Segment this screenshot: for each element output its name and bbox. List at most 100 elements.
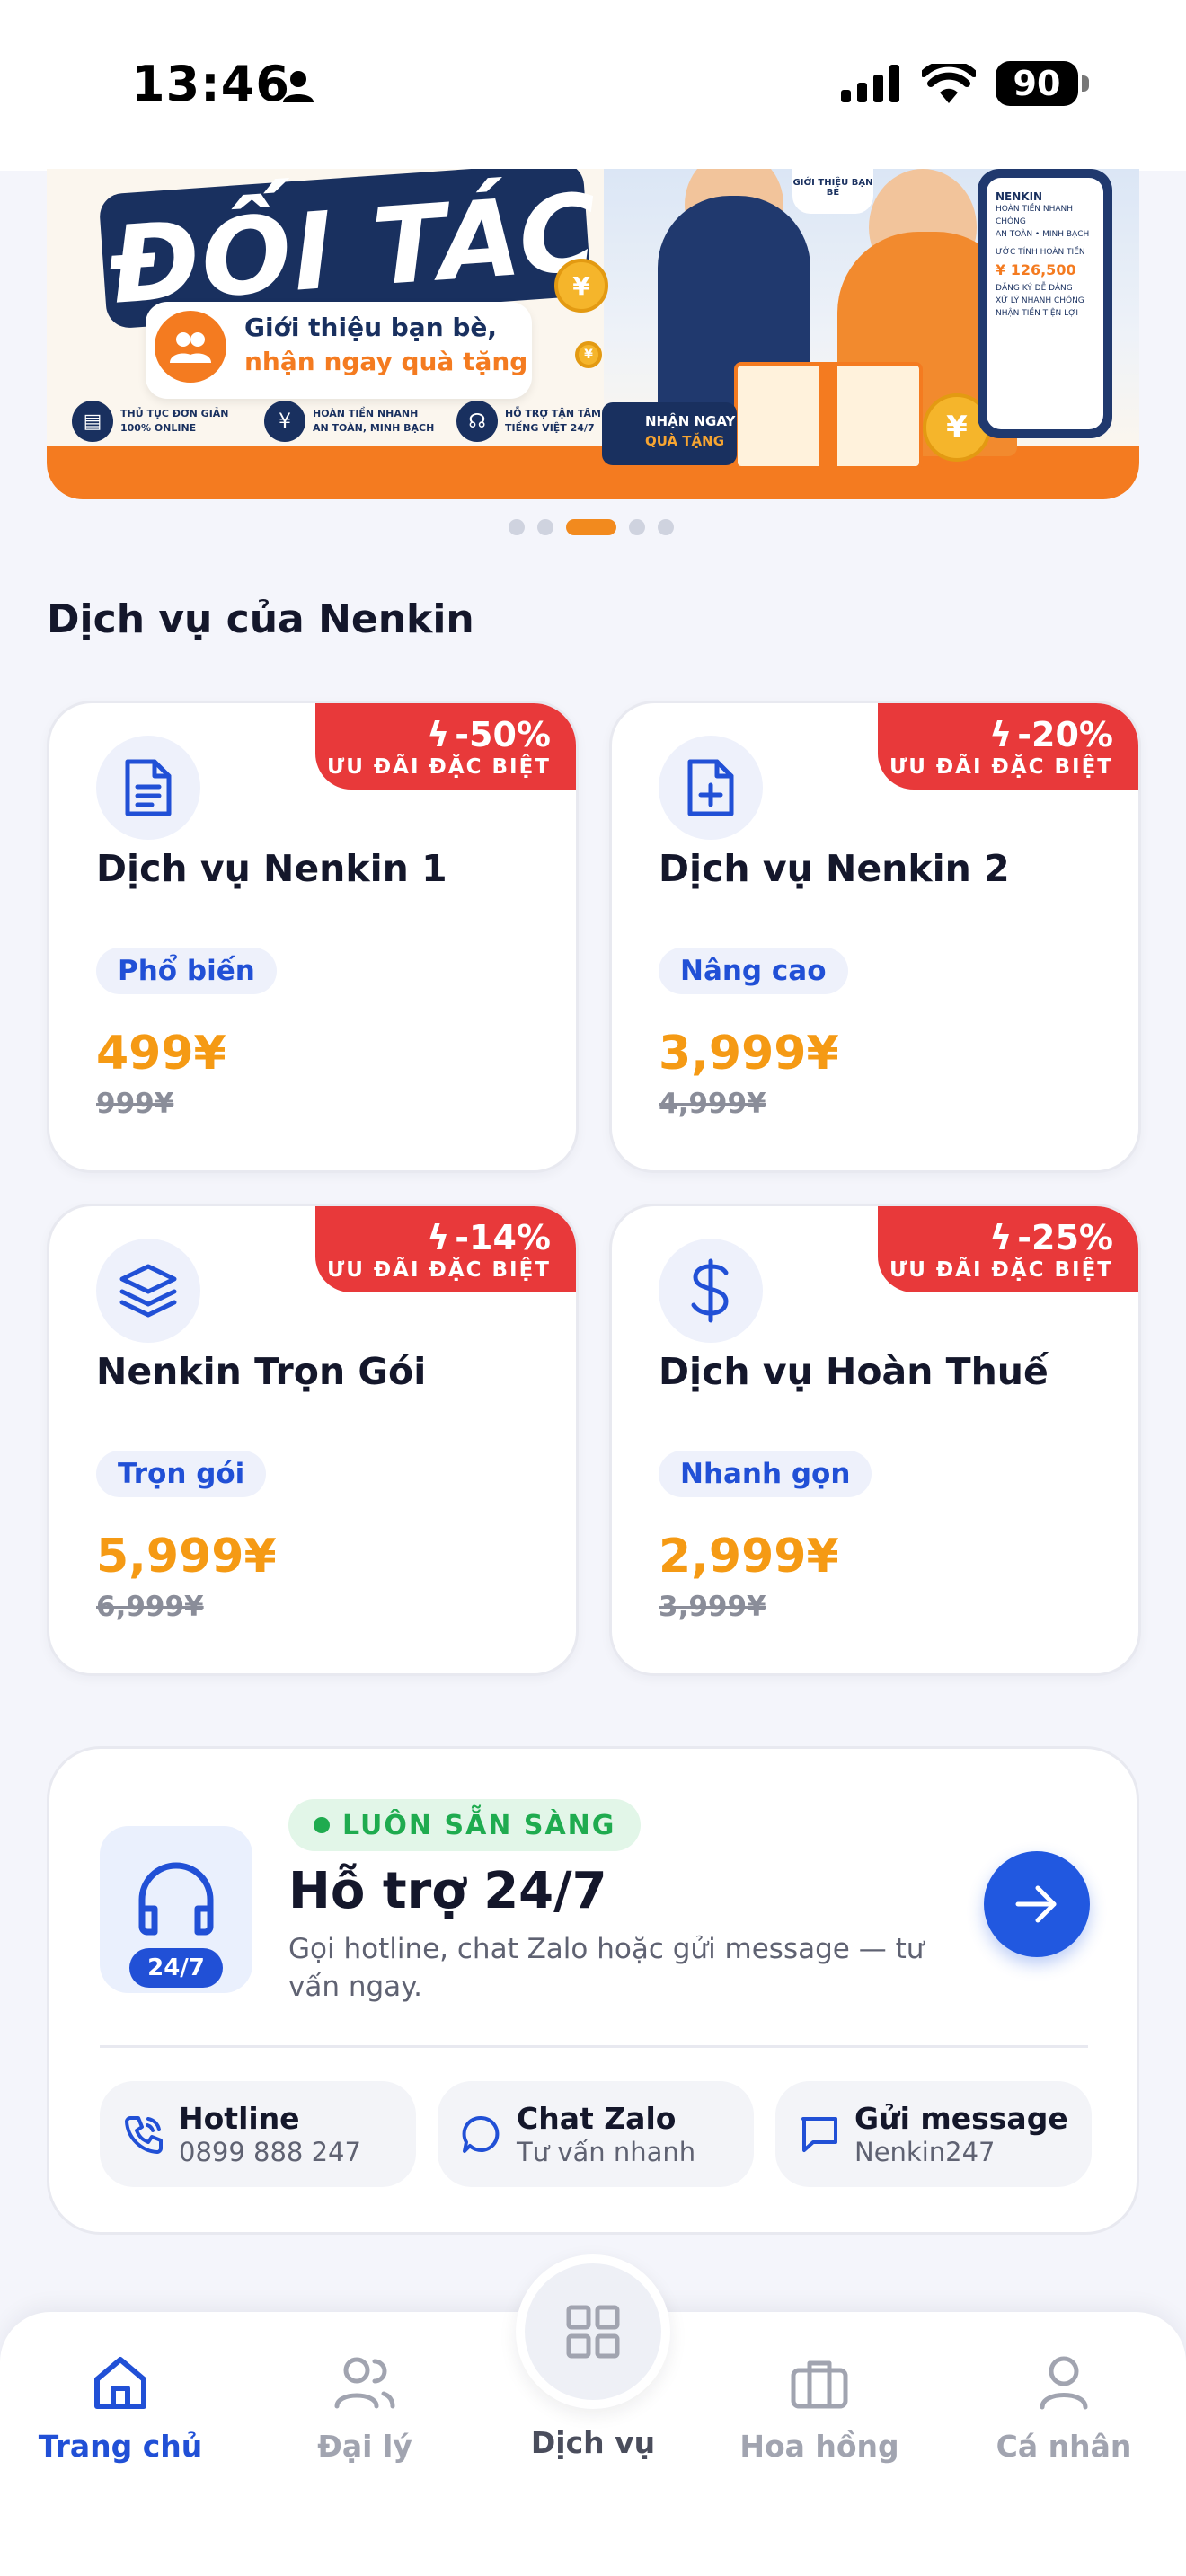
feature-item: ¥ HOÀN TIỀN NHANH AN TOÀN, MINH BẠCH	[264, 401, 438, 442]
carousel-dot-active[interactable]	[566, 519, 616, 535]
support-description: Gọi hotline, chat Zalo hoặc gửi message …	[288, 1933, 925, 2003]
contact-zalo-button[interactable]: Chat Zalo Tư vấn nhanh	[438, 2081, 754, 2187]
phone-illustration: NENKIN HOÀN TIỀN NHANH CHÓNG AN TOÀN • M…	[978, 169, 1112, 438]
discount-badge: ϟ -20% ƯU ĐÃI ĐẶC BIỆT	[878, 703, 1138, 790]
yen-coin-icon: ¥	[554, 259, 608, 313]
nav-commission[interactable]: Hoa hồng	[712, 2348, 927, 2464]
discount-badge: ϟ -50% ƯU ĐÃI ĐẶC BIỆT	[315, 703, 576, 790]
carousel-dots[interactable]	[509, 519, 674, 535]
person-icon	[283, 71, 314, 102]
carousel-dot[interactable]	[658, 519, 674, 535]
gift-ribbon	[819, 362, 837, 470]
banner-subtitle-line2: nhận ngay quà tặng	[244, 347, 528, 376]
section-title: Dịch vụ của Nenkin	[47, 596, 474, 642]
cellular-signal-icon	[841, 65, 899, 102]
service-price: 3,999¥	[659, 1027, 839, 1081]
divider	[100, 2045, 1088, 2048]
nav-agents[interactable]: Đại lý	[257, 2348, 473, 2464]
support-open-button[interactable]	[984, 1851, 1090, 1957]
service-card[interactable]: ϟ -25% ƯU ĐÃI ĐẶC BIỆT Dịch vụ Hoàn Thuế …	[609, 1204, 1141, 1676]
nav-profile[interactable]: Cá nhân	[956, 2348, 1172, 2464]
service-tag: Phổ biến	[96, 948, 277, 994]
message-icon	[801, 2117, 837, 2152]
document-icon	[96, 736, 200, 840]
availability-badge: LUÔN SẴN SÀNG	[288, 1799, 642, 1851]
nav-label: Trang chủ	[38, 2429, 203, 2464]
chat-bubble-icon	[462, 2115, 500, 2153]
service-price: 499¥	[96, 1027, 226, 1081]
nav-services-button[interactable]	[516, 2254, 670, 2409]
status-dot-icon	[314, 1817, 330, 1833]
banner-features: ▤ THỦ TỤC ĐƠN GIẢN 100% ONLINE ¥ HOÀN TIỀ…	[72, 401, 631, 442]
service-title: Nenkin Trọn Gói	[96, 1350, 427, 1393]
service-old-price: 3,999¥	[659, 1591, 766, 1623]
nav-label: Đại lý	[317, 2429, 412, 2464]
layers-icon	[96, 1239, 200, 1343]
support-icon-box: 24/7	[100, 1826, 252, 1993]
service-title: Dịch vụ Nenkin 2	[659, 847, 1010, 890]
service-price: 5,999¥	[96, 1530, 277, 1584]
headset-icon: ☊	[456, 401, 498, 442]
feature-item: ▤ THỦ TỤC ĐƠN GIẢN 100% ONLINE	[72, 401, 246, 442]
yen-coin-icon: ¥	[575, 341, 602, 368]
nav-home[interactable]: Trang chủ	[13, 2348, 228, 2464]
carousel-dot[interactable]	[537, 519, 553, 535]
contact-title: Hotline	[179, 2101, 300, 2136]
service-title: Dịch vụ Hoàn Thuế	[659, 1350, 1049, 1393]
service-old-price: 6,999¥	[96, 1591, 204, 1623]
support-card[interactable]: 24/7 LUÔN SẴN SÀNG Hỗ trợ 24/7 Gọi hotli…	[47, 1746, 1139, 2235]
lightning-icon: ϟ	[989, 1218, 1013, 1257]
contact-message-button[interactable]: Gửi message Nenkin247	[775, 2081, 1092, 2187]
service-card[interactable]: ϟ -14% ƯU ĐÃI ĐẶC BIỆT Nenkin Trọn Gói Tr…	[47, 1204, 579, 1676]
speech-bubble: GIỚI THIỆU BẠN BÈ	[792, 169, 873, 214]
contact-subtitle: 0899 888 247	[179, 2137, 361, 2167]
contact-subtitle: Tư vấn nhanh	[517, 2137, 696, 2167]
service-old-price: 999¥	[96, 1088, 174, 1120]
carousel-dot[interactable]	[629, 519, 645, 535]
dollar-icon	[659, 1239, 763, 1343]
headphones-icon	[138, 1862, 214, 1936]
carousel-dot[interactable]	[509, 519, 525, 535]
discount-badge: ϟ -14% ƯU ĐÃI ĐẶC BIỆT	[315, 1206, 576, 1292]
discount-badge: ϟ -25% ƯU ĐÃI ĐẶC BIỆT	[878, 1206, 1138, 1292]
lightning-icon: ϟ	[989, 715, 1013, 754]
battery-indicator: 90	[996, 61, 1089, 106]
wifi-icon	[922, 64, 976, 103]
phone-icon	[125, 2116, 163, 2154]
contact-subtitle: Nenkin247	[854, 2137, 996, 2167]
nav-label: Cá nhân	[996, 2429, 1132, 2464]
service-old-price: 4,999¥	[659, 1088, 766, 1120]
lightning-icon: ϟ	[427, 1218, 450, 1257]
contact-title: Chat Zalo	[517, 2101, 677, 2136]
promo-banner[interactable]: ĐỐI TÁC Giới thiệu bạn bè, nhận ngay quà…	[47, 169, 1139, 499]
lightning-icon: ϟ	[427, 715, 450, 754]
support-title: Hỗ trợ 24/7	[288, 1862, 607, 1920]
file-plus-icon	[659, 736, 763, 840]
banner-subtitle-line1: Giới thiệu bạn bè,	[244, 313, 498, 342]
nav-services-label: Dịch vụ	[530, 2425, 656, 2460]
users-icon	[334, 2357, 395, 2409]
service-price: 2,999¥	[659, 1530, 839, 1584]
status-time: 13:46	[131, 56, 290, 112]
support-hours-badge: 24/7	[129, 1948, 223, 1988]
status-bar: 13:46 90	[0, 0, 1186, 171]
service-title: Dịch vụ Nenkin 1	[96, 847, 447, 890]
briefcase-icon	[791, 2360, 848, 2409]
gift-badge: NHẬN NGAY QUÀ TẶNG	[602, 402, 737, 465]
contact-title: Gửi message	[854, 2101, 1068, 2136]
nav-label: Hoa hồng	[739, 2429, 899, 2464]
service-card[interactable]: ϟ -50% ƯU ĐÃI ĐẶC BIỆT Dịch vụ Nenkin 1 P…	[47, 701, 579, 1173]
arrow-right-icon	[1015, 1885, 1057, 1923]
users-icon	[155, 311, 226, 383]
home-icon	[94, 2357, 146, 2409]
service-card[interactable]: ϟ -20% ƯU ĐÃI ĐẶC BIỆT Dịch vụ Nenkin 2 N…	[609, 701, 1141, 1173]
yen-icon: ¥	[264, 401, 305, 442]
contact-hotline-button[interactable]: Hotline 0899 888 247	[100, 2081, 416, 2187]
service-tag: Nâng cao	[659, 948, 848, 994]
user-icon	[1040, 2356, 1088, 2410]
service-tag: Nhanh gọn	[659, 1451, 872, 1497]
document-check-icon: ▤	[72, 401, 113, 442]
service-tag: Trọn gói	[96, 1451, 267, 1497]
status-indicators: 90	[841, 61, 1089, 106]
grid-icon	[566, 2305, 620, 2359]
